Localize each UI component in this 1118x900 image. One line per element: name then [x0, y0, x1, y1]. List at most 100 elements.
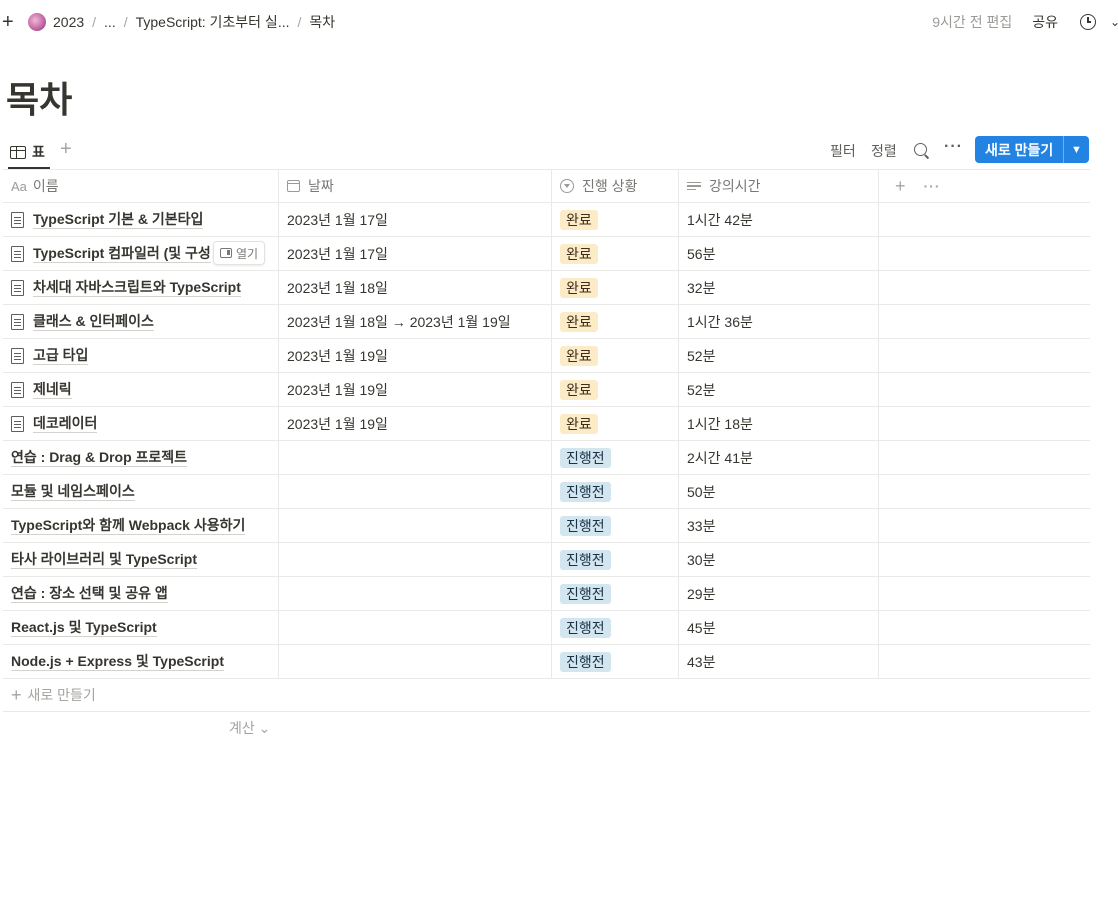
cell-status[interactable]: 완료 — [552, 373, 679, 406]
cell-name[interactable]: TypeScript와 함께 Webpack 사용하기 — [3, 509, 279, 542]
row-title[interactable]: 연습 : Drag & Drop 프로젝트 — [11, 449, 188, 467]
cell-date[interactable]: 2023년 1월 19일 — [279, 339, 552, 372]
sort-button[interactable]: 정렬 — [871, 141, 897, 161]
table-row[interactable]: 연습 : 장소 선택 및 공유 앱 진행전 29분 — [3, 577, 1090, 611]
cell-name[interactable]: 모듈 및 네임스페이스 — [3, 475, 279, 508]
cell-date[interactable] — [279, 509, 552, 542]
cell-status[interactable]: 완료 — [552, 407, 679, 440]
column-header-duration[interactable]: 강의시간 — [679, 170, 879, 202]
cell-duration[interactable]: 2시간 41분 — [679, 441, 879, 474]
row-title[interactable]: 고급 타입 — [33, 347, 89, 365]
table-row[interactable]: 차세대 자바스크립트와 TypeScript 2023년 1월 18일 완료 32분 — [3, 271, 1090, 305]
row-title[interactable]: 클래스 & 인터페이스 — [33, 313, 154, 331]
cell-status[interactable]: 완료 — [552, 305, 679, 338]
cell-name[interactable]: Node.js + Express 및 TypeScript — [3, 645, 279, 678]
column-header-status[interactable]: 진행 상황 — [552, 170, 679, 202]
cell-duration[interactable]: 45분 — [679, 611, 879, 644]
cell-duration[interactable]: 50분 — [679, 475, 879, 508]
cell-name[interactable]: 제네릭 — [3, 373, 279, 406]
more-options-icon[interactable]: ··· — [924, 178, 941, 194]
table-row[interactable]: TypeScript와 함께 Webpack 사용하기 진행전 33분 — [3, 509, 1090, 543]
cell-status[interactable]: 진행전 — [552, 543, 679, 576]
cell-status[interactable]: 진행전 — [552, 645, 679, 678]
column-header-date[interactable]: 날짜 — [279, 170, 552, 202]
calculate-button[interactable]: 계산 ⌄ — [229, 718, 270, 738]
table-row[interactable]: TypeScript 기본 & 기본타입 2023년 1월 17일 완료 1시간 42… — [3, 203, 1090, 237]
cell-name[interactable]: TypeScript 기본 & 기본타입 — [3, 203, 279, 236]
cell-duration[interactable]: 56분 — [679, 237, 879, 270]
cell-name[interactable]: 클래스 & 인터페이스 — [3, 305, 279, 338]
cell-status[interactable]: 완료 — [552, 237, 679, 270]
table-row[interactable]: 모듈 및 네임스페이스 진행전 50분 — [3, 475, 1090, 509]
open-page-button[interactable]: 열기 — [213, 241, 266, 265]
cell-status[interactable]: 진행전 — [552, 611, 679, 644]
cell-duration[interactable]: 52분 — [679, 339, 879, 372]
cell-date[interactable]: 2023년 1월 18일 → 2023년 1월 19일 — [279, 305, 552, 338]
table-row[interactable]: Node.js + Express 및 TypeScript 진행전 43분 — [3, 645, 1090, 679]
new-button-label[interactable]: 새로 만들기 — [975, 140, 1063, 160]
cell-date[interactable] — [279, 475, 552, 508]
page-title[interactable]: 목차 — [6, 76, 72, 124]
search-icon[interactable] — [914, 143, 927, 156]
row-title[interactable]: 제네릭 — [33, 381, 72, 399]
breadcrumb-item-parent[interactable]: TypeScript: 기초부터 실... — [136, 12, 290, 32]
table-row[interactable]: 클래스 & 인터페이스 2023년 1월 18일 → 2023년 1월 19일 완료… — [3, 305, 1090, 339]
row-title[interactable]: React.js 및 TypeScript — [11, 619, 157, 637]
row-title[interactable]: 연습 : 장소 선택 및 공유 앱 — [11, 585, 168, 603]
table-row[interactable]: 고급 타입 2023년 1월 19일 완료 52분 — [3, 339, 1090, 373]
cell-status[interactable]: 진행전 — [552, 577, 679, 610]
cell-name[interactable]: 데코레이터 — [3, 407, 279, 440]
breadcrumb-item-workspace[interactable]: 2023 — [53, 14, 84, 30]
table-row[interactable]: React.js 및 TypeScript 진행전 45분 — [3, 611, 1090, 645]
chevron-down-icon[interactable]: ⌄ — [1110, 15, 1118, 29]
row-title[interactable]: 타사 라이브러리 및 TypeScript — [11, 551, 198, 569]
row-title[interactable]: 데코레이터 — [33, 415, 98, 433]
cell-name[interactable]: 고급 타입 — [3, 339, 279, 372]
cell-date[interactable] — [279, 611, 552, 644]
cell-date[interactable] — [279, 543, 552, 576]
more-options-icon[interactable]: ··· — [944, 138, 963, 156]
tab-table-view[interactable]: 표 — [10, 140, 45, 164]
row-title[interactable]: TypeScript와 함께 Webpack 사용하기 — [11, 517, 246, 535]
cell-status[interactable]: 완료 — [552, 271, 679, 304]
row-title[interactable]: TypeScript 컴파일러 (및 구성 — [33, 245, 211, 263]
row-title[interactable]: Node.js + Express 및 TypeScript — [11, 653, 224, 671]
row-title[interactable]: 모듈 및 네임스페이스 — [11, 483, 135, 501]
cell-status[interactable]: 진행전 — [552, 441, 679, 474]
cell-duration[interactable]: 52분 — [679, 373, 879, 406]
cell-status[interactable]: 진행전 — [552, 509, 679, 542]
breadcrumb-item-current[interactable]: 목차 — [309, 12, 335, 32]
column-header-name[interactable]: Aa 이름 — [3, 170, 279, 202]
table-row[interactable]: TypeScript 컴파일러 (및 구성 2023년 1월 17일 완료 56분 열기 — [3, 237, 1090, 271]
breadcrumb-item-ellipsis[interactable]: ... — [104, 14, 116, 30]
add-icon[interactable]: + — [2, 12, 14, 32]
filter-button[interactable]: 필터 — [830, 141, 856, 161]
cell-date[interactable]: 2023년 1월 19일 — [279, 407, 552, 440]
cell-duration[interactable]: 30분 — [679, 543, 879, 576]
cell-status[interactable]: 완료 — [552, 339, 679, 372]
cell-date[interactable]: 2023년 1월 17일 — [279, 237, 552, 270]
cell-date[interactable]: 2023년 1월 17일 — [279, 203, 552, 236]
cell-date[interactable] — [279, 577, 552, 610]
cell-date[interactable] — [279, 441, 552, 474]
cell-date[interactable] — [279, 645, 552, 678]
cell-status[interactable]: 진행전 — [552, 475, 679, 508]
clock-icon[interactable] — [1080, 14, 1096, 30]
last-edited-text[interactable]: 9시간 전 편집 — [932, 12, 1012, 32]
cell-date[interactable]: 2023년 1월 18일 — [279, 271, 552, 304]
chevron-down-icon[interactable]: ▼ — [1064, 144, 1089, 156]
cell-name[interactable]: 타사 라이브러리 및 TypeScript — [3, 543, 279, 576]
cell-name[interactable]: 연습 : Drag & Drop 프로젝트 — [3, 441, 279, 474]
cell-duration[interactable]: 43분 — [679, 645, 879, 678]
cell-name[interactable]: 차세대 자바스크립트와 TypeScript — [3, 271, 279, 304]
table-row[interactable]: 데코레이터 2023년 1월 19일 완료 1시간 18분 — [3, 407, 1090, 441]
row-title[interactable]: 차세대 자바스크립트와 TypeScript — [33, 279, 241, 297]
table-row[interactable]: 제네릭 2023년 1월 19일 완료 52분 — [3, 373, 1090, 407]
cell-duration[interactable]: 1시간 42분 — [679, 203, 879, 236]
add-column-icon[interactable]: + — [895, 176, 906, 197]
cell-duration[interactable]: 33분 — [679, 509, 879, 542]
row-title[interactable]: TypeScript 기본 & 기본타입 — [33, 211, 204, 229]
cell-duration[interactable]: 29분 — [679, 577, 879, 610]
cell-duration[interactable]: 32분 — [679, 271, 879, 304]
cell-date[interactable]: 2023년 1월 19일 — [279, 373, 552, 406]
